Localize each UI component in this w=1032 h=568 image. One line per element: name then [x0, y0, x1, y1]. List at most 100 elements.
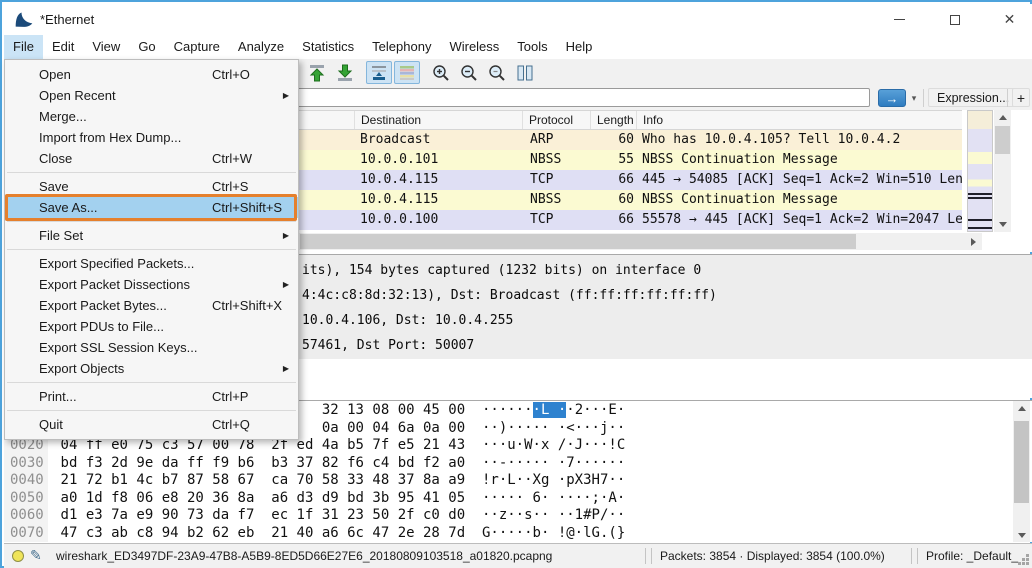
- menu-item-open-recent[interactable]: Open Recent▶: [5, 85, 298, 106]
- menu-item-open[interactable]: OpenCtrl+O: [5, 64, 298, 85]
- hex-offset: 0070: [10, 525, 44, 543]
- hex-bytes: a0 1d f8 06 e8 20 36 8a a6 d3 d9 bd 3b 9…: [61, 490, 466, 508]
- menu-item-export-ssl-session-keys[interactable]: Export SSL Session Keys...: [5, 337, 298, 358]
- zoom-out-icon[interactable]: [456, 61, 482, 84]
- menu-item-save[interactable]: SaveCtrl+S: [5, 176, 298, 197]
- cell-dest: 10.0.0.101: [360, 152, 438, 167]
- shortcut-label: Ctrl+P: [212, 389, 248, 404]
- menu-analyze[interactable]: Analyze: [229, 35, 293, 59]
- scroll-down-icon[interactable]: [994, 217, 1011, 232]
- minimap-packet-mark: [968, 219, 992, 221]
- shortcut-label: Ctrl+W: [212, 151, 252, 166]
- menu-item-file-set[interactable]: File Set▶: [5, 225, 298, 246]
- scrollbar-thumb[interactable]: [995, 126, 1010, 154]
- menu-item-export-packet-dissections[interactable]: Export Packet Dissections▶: [5, 274, 298, 295]
- cell-proto: ARP: [530, 132, 553, 147]
- close-button[interactable]: ✕: [987, 4, 1032, 35]
- add-filter-button[interactable]: +: [1012, 88, 1030, 107]
- menu-item-import-from-hex-dump[interactable]: Import from Hex Dump...: [5, 127, 298, 148]
- file-menu: OpenCtrl+OOpen Recent▶Merge...Import fro…: [4, 59, 299, 440]
- resize-grip[interactable]: [1026, 562, 1029, 565]
- cell-info: Who has 10.0.4.105? Tell 10.0.4.2: [642, 132, 900, 147]
- hex-row[interactable]: 0060d1 e3 7a e9 90 73 da f7 ec 1f 31 23 …: [10, 507, 625, 525]
- capture-filename: wireshark_ED3497DF-23A9-47B8-A5B9-8ED5D6…: [56, 549, 552, 563]
- apply-filter-button[interactable]: →: [878, 89, 906, 107]
- column-header-destination[interactable]: Destination: [354, 111, 522, 129]
- scroll-down-icon[interactable]: [1013, 528, 1030, 542]
- cell-dest: 10.0.4.115: [360, 172, 438, 187]
- submenu-arrow-icon: ▶: [283, 231, 289, 240]
- column-header-info[interactable]: Info: [636, 111, 962, 129]
- cell-proto: TCP: [530, 172, 553, 187]
- title-bar: *Ethernet ✕: [4, 4, 1032, 35]
- resize-columns-icon[interactable]: [512, 61, 538, 84]
- minimap-packet-mark: [968, 227, 992, 229]
- menu-file[interactable]: File: [4, 35, 43, 59]
- cell-info: NBSS Continuation Message: [642, 152, 838, 167]
- menu-help[interactable]: Help: [557, 35, 602, 59]
- hex-row[interactable]: 007047 c3 ab c8 94 b2 62 eb 21 40 a6 6c …: [10, 525, 625, 543]
- scroll-right-icon[interactable]: [965, 234, 981, 249]
- scrollbar-thumb[interactable]: [1014, 421, 1029, 503]
- hex-offset: 0040: [10, 472, 44, 490]
- scroll-up-icon[interactable]: [994, 110, 1011, 125]
- maximize-button[interactable]: [932, 4, 977, 35]
- cell-proto: TCP: [530, 212, 553, 227]
- column-header-protocol[interactable]: Protocol: [522, 111, 590, 129]
- menu-edit[interactable]: Edit: [43, 35, 83, 59]
- expression-button[interactable]: Expression...: [928, 88, 1018, 107]
- menu-item-print[interactable]: Print...Ctrl+P: [5, 386, 298, 407]
- packet-minimap[interactable]: [967, 110, 993, 232]
- hex-row[interactable]: 004021 72 b1 4c b7 87 58 67 ca 70 58 33 …: [10, 472, 625, 490]
- menu-view[interactable]: View: [83, 35, 129, 59]
- shortcut-label: Ctrl+Shift+S: [212, 200, 282, 215]
- menu-item-export-pdus-to-file[interactable]: Export PDUs to File...: [5, 316, 298, 337]
- expert-info-icon[interactable]: [12, 550, 24, 562]
- cell-len: 55: [590, 152, 634, 167]
- menu-item-export-specified-packets[interactable]: Export Specified Packets...: [5, 253, 298, 274]
- shortcut-label: Ctrl+Shift+X: [212, 298, 282, 313]
- hex-row[interactable]: 0050a0 1d f8 06 e8 20 36 8a a6 d3 d9 bd …: [10, 490, 625, 508]
- scrollbar-thumb[interactable]: [300, 234, 856, 249]
- scroll-up-icon[interactable]: [1013, 401, 1030, 416]
- menu-separator: [7, 410, 296, 411]
- minimap-packet-mark: [968, 193, 992, 195]
- menu-statistics[interactable]: Statistics: [293, 35, 363, 59]
- column-header-length[interactable]: Length: [590, 111, 636, 129]
- cell-len: 60: [590, 132, 634, 147]
- hex-vertical-scrollbar[interactable]: [1013, 401, 1030, 542]
- hex-bytes: d1 e3 7a e9 90 73 da f7 ec 1f 31 23 50 2…: [61, 507, 466, 525]
- menu-capture[interactable]: Capture: [165, 35, 229, 59]
- cell-info: 55578 → 445 [ACK] Seq=1 Ack=2 Win=2047 L…: [642, 212, 962, 227]
- menu-item-export-objects[interactable]: Export Objects▶: [5, 358, 298, 379]
- menu-go[interactable]: Go: [129, 35, 164, 59]
- go-first-packet-icon[interactable]: [304, 61, 330, 84]
- wireshark-window: *Ethernet ✕ FileEditViewGoCaptureAnalyze…: [0, 0, 1032, 568]
- menu-wireless[interactable]: Wireless: [440, 35, 508, 59]
- zoom-in-icon[interactable]: [428, 61, 454, 84]
- auto-scroll-icon[interactable]: [366, 61, 392, 84]
- cell-len: 66: [590, 212, 634, 227]
- profile-label[interactable]: Profile: _Default_: [926, 549, 1018, 563]
- hex-ascii: G·····b· !@·lG.(}: [482, 525, 625, 541]
- toolbar-separator: [923, 89, 924, 107]
- menu-item-quit[interactable]: QuitCtrl+Q: [5, 414, 298, 435]
- colorize-icon[interactable]: [394, 61, 420, 84]
- zoom-reset-icon[interactable]: [484, 61, 510, 84]
- menu-item-export-packet-bytes[interactable]: Export Packet Bytes...Ctrl+Shift+X: [5, 295, 298, 316]
- statusbar-separator: [645, 548, 652, 564]
- go-last-packet-icon[interactable]: [332, 61, 358, 84]
- menu-tools[interactable]: Tools: [508, 35, 556, 59]
- menu-telephony[interactable]: Telephony: [363, 35, 440, 59]
- packet-list-vertical-scrollbar[interactable]: [994, 110, 1011, 232]
- minimize-button[interactable]: [877, 4, 922, 35]
- menu-item-save-as[interactable]: Save As...Ctrl+Shift+S: [5, 197, 298, 218]
- menu-item-close[interactable]: CloseCtrl+W: [5, 148, 298, 169]
- menu-item-merge[interactable]: Merge...: [5, 106, 298, 127]
- window-title: *Ethernet: [40, 12, 94, 27]
- capture-comment-icon[interactable]: ✎: [30, 547, 42, 564]
- filter-dropdown-caret-icon[interactable]: ▾: [908, 89, 920, 107]
- cell-len: 66: [590, 172, 634, 187]
- hex-row[interactable]: 0030bd f3 2d 9e da ff f9 b6 b3 37 82 f6 …: [10, 455, 625, 473]
- cell-proto: NBSS: [530, 192, 561, 207]
